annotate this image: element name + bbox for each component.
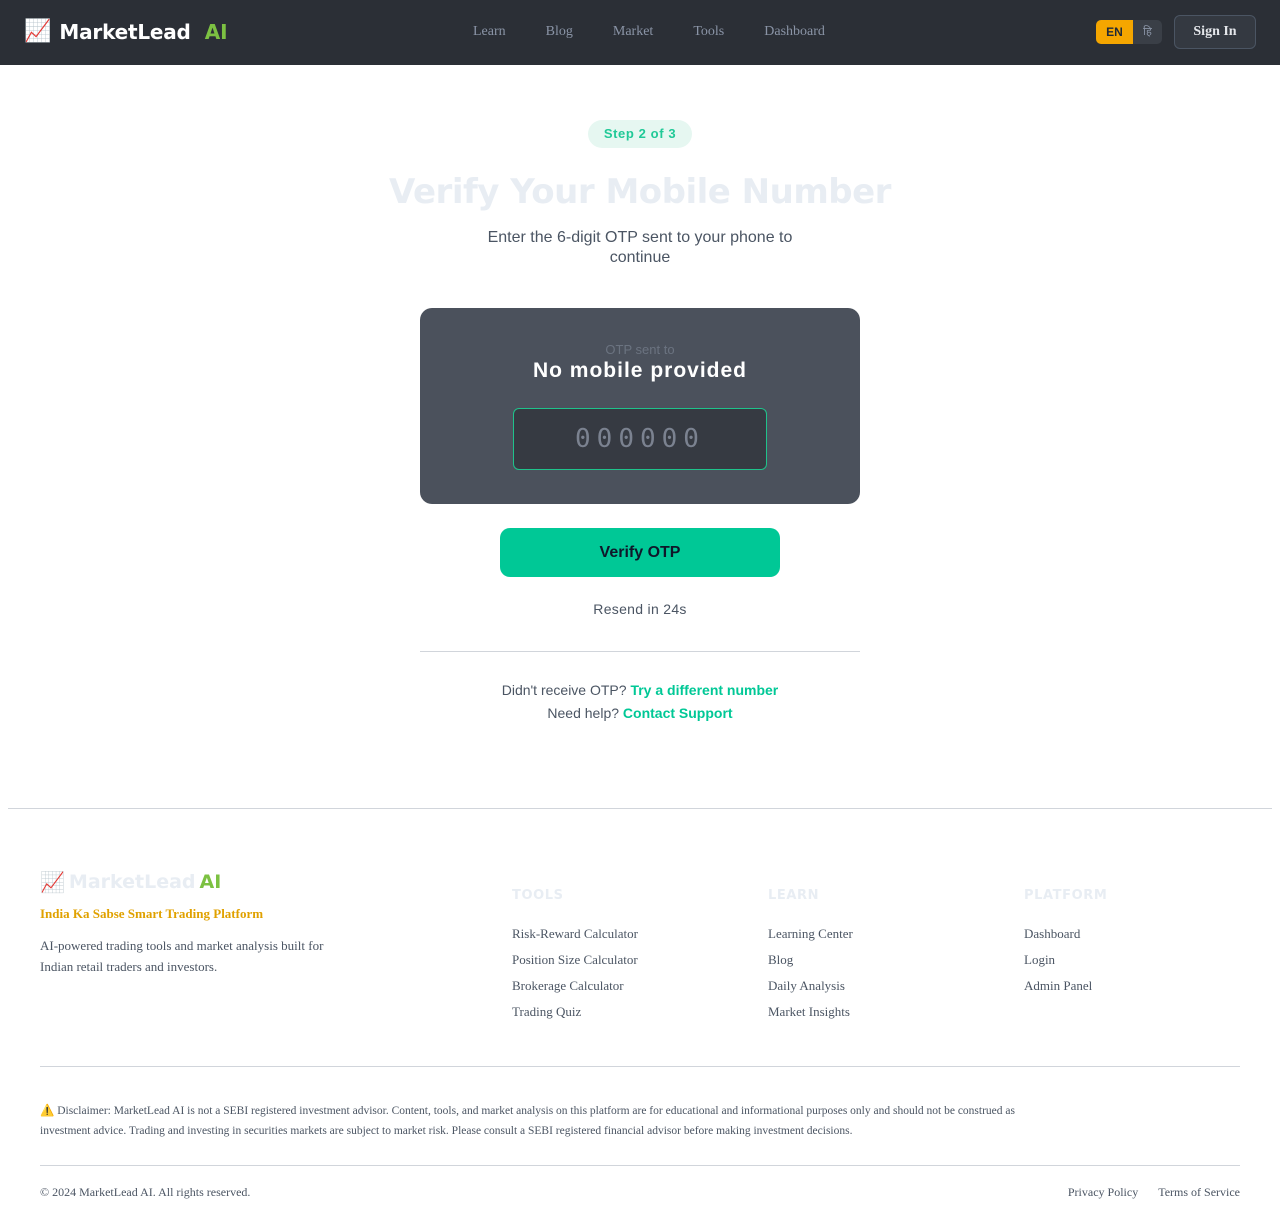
footer-col-title: LEARN [768,888,820,903]
footer-col-tools: TOOLS Risk-Reward Calculator Position Si… [512,888,638,1025]
site-logo[interactable]: 📈 MarketLead AI [24,18,228,46]
footer-link-blog[interactable]: Blog [768,947,853,973]
help-otp-text: Didn't receive OTP? [501,682,627,698]
main-nav: Learn Blog Market Tools Dashboard [473,22,865,42]
footer-link-trading-quiz[interactable]: Trading Quiz [512,999,638,1025]
lang-en-button[interactable]: EN [1096,20,1133,44]
nav-blog[interactable]: Blog [546,22,573,42]
privacy-policy-link[interactable]: Privacy Policy [1068,1185,1138,1200]
copyright-text: © 2024 MarketLead AI. All rights reserve… [40,1185,251,1199]
contact-support-link[interactable]: Contact Support [623,705,733,721]
footer-divider [40,1165,1240,1166]
footer-logo[interactable]: 📈 MarketLead AI [40,870,221,894]
nav-market[interactable]: Market [613,22,653,42]
step-badge: Step 2 of 3 [588,120,692,148]
top-navbar: 📈 MarketLead AI Learn Blog Market Tools D… [0,0,1280,65]
footer-link-admin-panel[interactable]: Admin Panel [1024,973,1107,999]
logo-ai-text: AI [204,20,228,44]
footer-logo-ai-text: AI [199,871,222,893]
footer-col-title: TOOLS [512,888,564,903]
otp-input[interactable] [513,408,767,470]
nav-learn[interactable]: Learn [473,22,506,42]
sign-in-button[interactable]: Sign In [1174,15,1256,49]
logo-text: MarketLead [59,20,191,44]
footer-link-dashboard[interactable]: Dashboard [1024,921,1107,947]
footer-link-risk-reward[interactable]: Risk-Reward Calculator [512,921,638,947]
disclaimer-text: ⚠️ Disclaimer: MarketLead AI is not a SE… [40,1105,1015,1137]
help-row-otp: Didn't receive OTP? Try a different numb… [0,682,1280,698]
lang-hi-button[interactable]: हि [1133,20,1162,44]
footer-col-platform: PLATFORM Dashboard Login Admin Panel [1024,888,1107,999]
mobile-number: No mobile provided [532,359,747,382]
resend-timer: Resend in 24s [593,601,687,617]
language-toggle: EN हि [1096,20,1162,44]
footer-col-learn: LEARN Learning Center Blog Daily Analysi… [768,888,853,1025]
footer-logo-text: MarketLead [68,871,196,893]
page-title: Verify Your Mobile Number [389,172,891,212]
footer-link-market-insights[interactable]: Market Insights [768,999,853,1025]
footer-link-brokerage[interactable]: Brokerage Calculator [512,973,638,999]
terms-of-service-link[interactable]: Terms of Service [1158,1185,1240,1200]
divider [420,651,860,652]
chart-increasing-icon: 📈 [24,19,52,44]
footer-col-title: PLATFORM [1024,888,1108,903]
otp-sent-label: OTP sent to [605,342,675,357]
footer-divider [8,808,1272,809]
help-row-support: Need help? Contact Support [0,705,1280,721]
footer-link-login[interactable]: Login [1024,947,1107,973]
verify-otp-button[interactable]: Verify OTP [500,528,780,577]
nav-tools[interactable]: Tools [693,22,724,42]
nav-dashboard[interactable]: Dashboard [764,22,825,42]
footer-link-learning-center[interactable]: Learning Center [768,921,853,947]
footer-divider [40,1066,1240,1067]
footer-link-position-size[interactable]: Position Size Calculator [512,947,638,973]
help-support-text: Need help? [547,705,620,721]
footer-link-daily-analysis[interactable]: Daily Analysis [768,973,853,999]
chart-increasing-icon: 📈 [40,870,65,894]
try-different-number-link[interactable]: Try a different number [630,682,778,698]
otp-card: OTP sent to No mobile provided [420,308,860,504]
footer-legal-links: Privacy Policy Terms of Service [1068,1185,1240,1200]
footer-tagline: India Ka Sabse Smart Trading Platform [40,906,264,921]
page-subtitle: Enter the 6-digit OTP sent to your phone… [487,229,793,266]
footer-description: AI-powered trading tools and market anal… [40,938,324,974]
